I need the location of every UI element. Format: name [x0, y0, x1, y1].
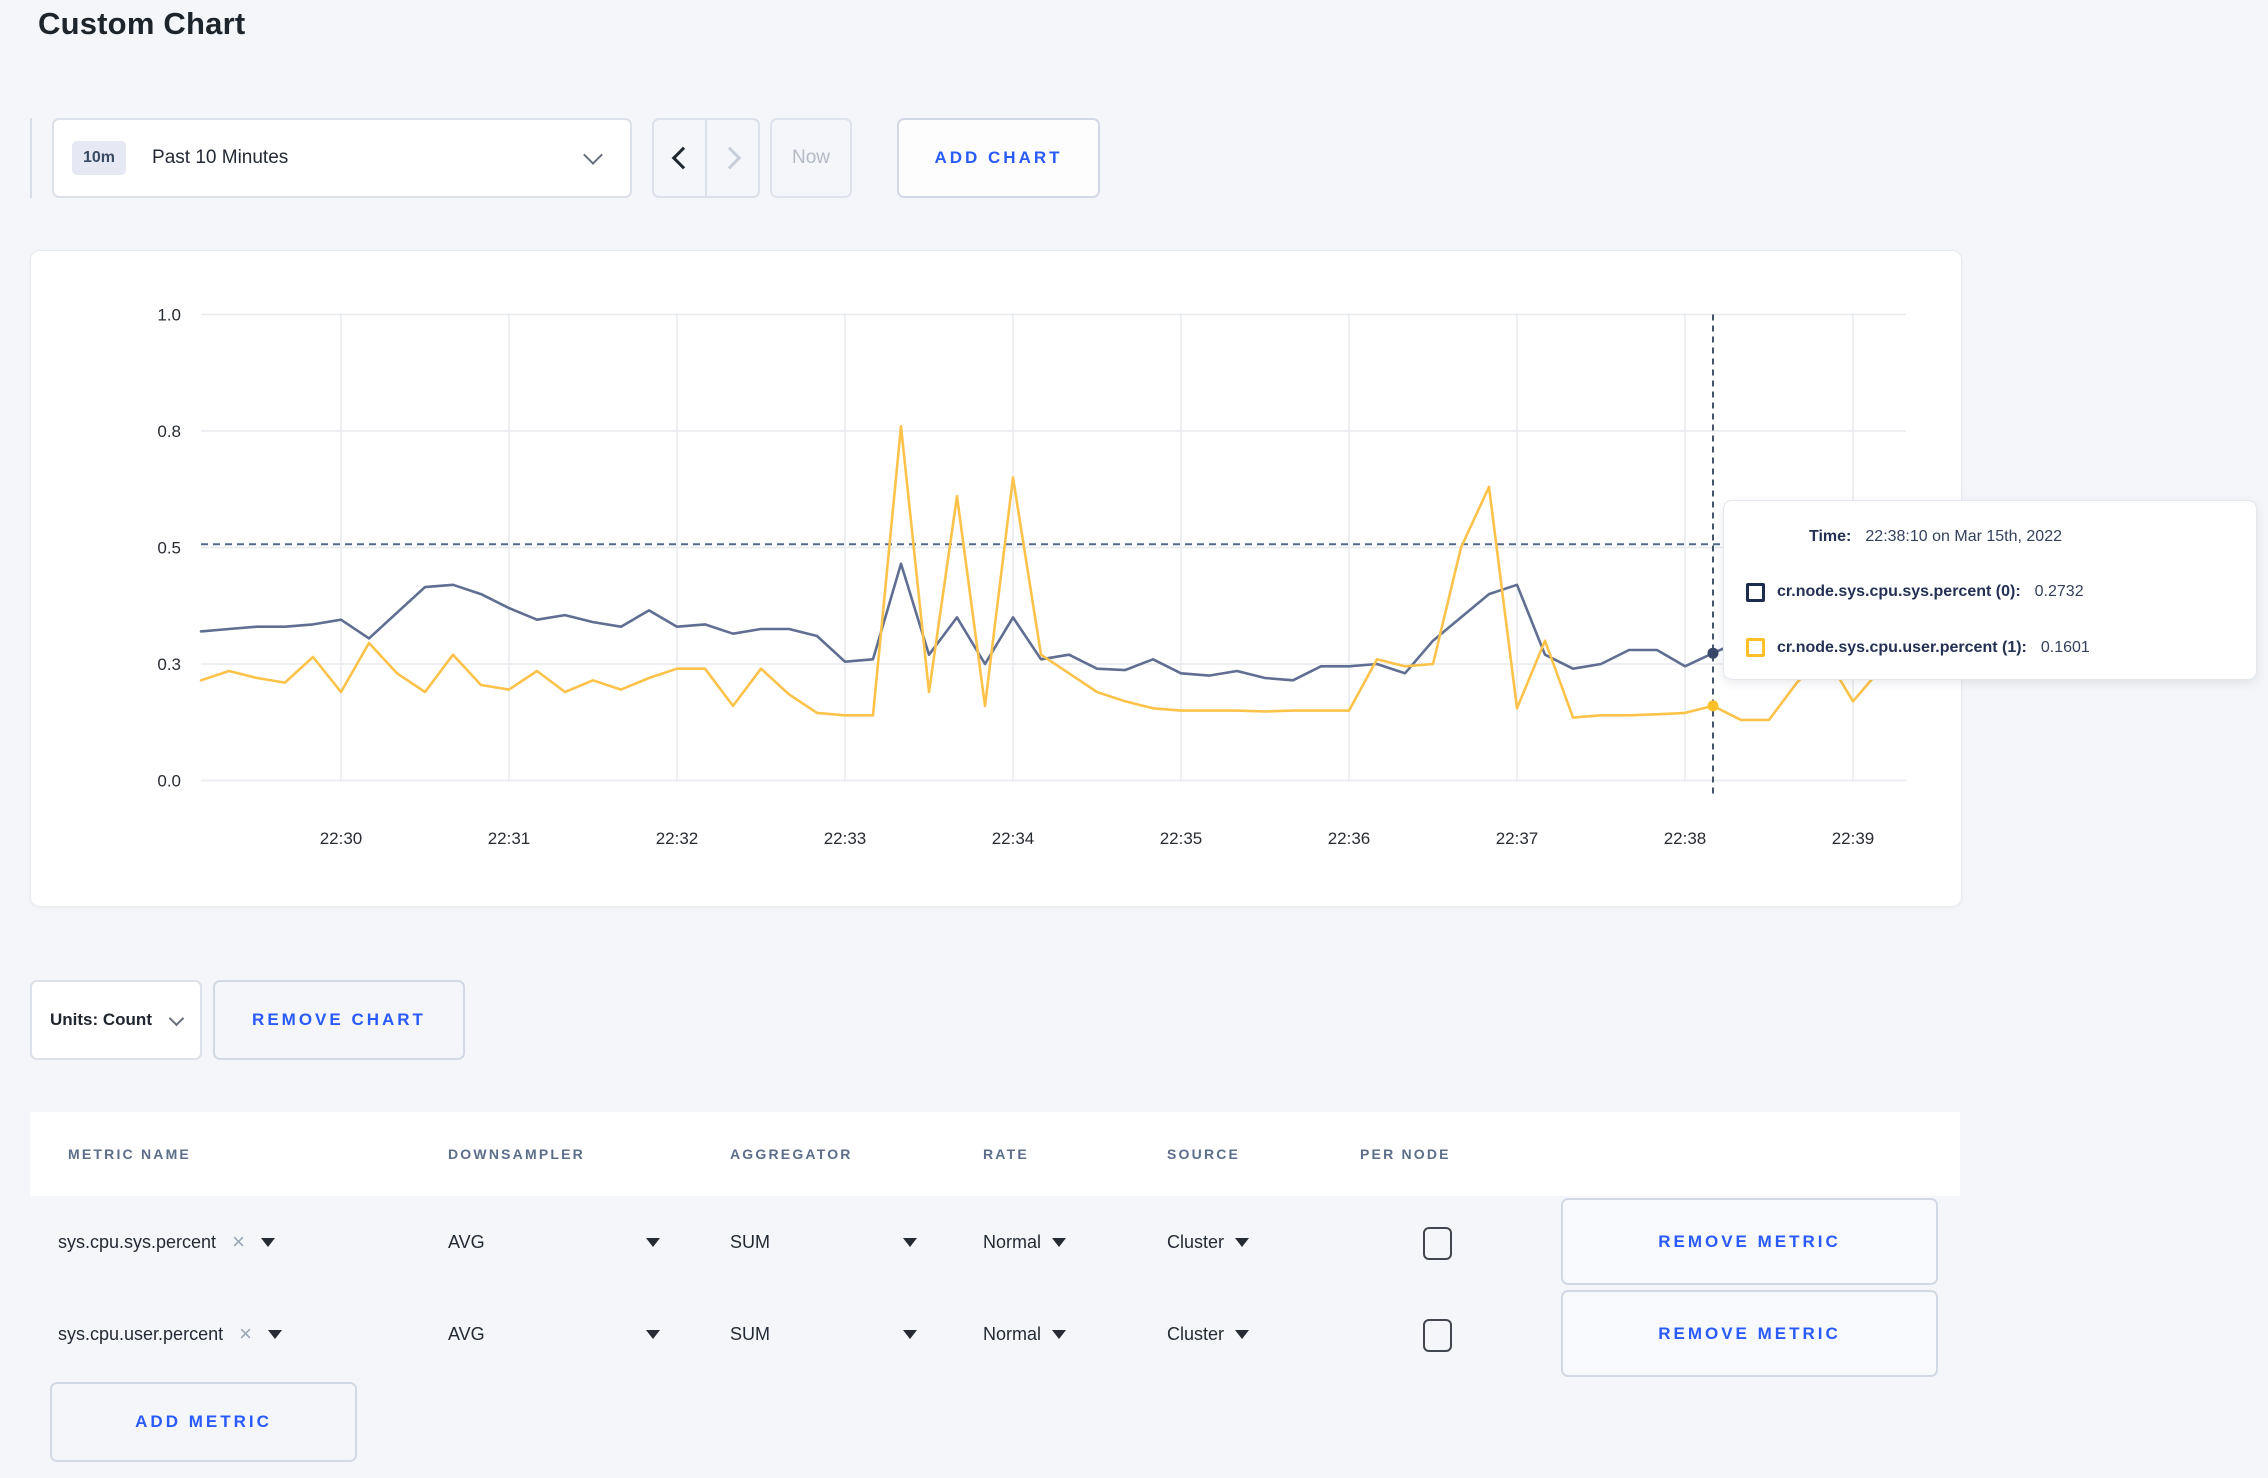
remove-chart-button[interactable]: REMOVE CHART: [213, 980, 465, 1060]
tooltip-series-row: cr.node.sys.cpu.user.percent (1): 0.1601: [1746, 638, 2232, 657]
rate-select[interactable]: Normal: [983, 1196, 1067, 1288]
caret-down-icon[interactable]: [1235, 1329, 1250, 1339]
cell-value: Cluster: [1167, 1231, 1225, 1252]
y-tick-label: 0.3: [157, 655, 181, 674]
page-title: Custom Chart: [38, 6, 246, 41]
caret-down-icon[interactable]: [1052, 1329, 1067, 1339]
source-select[interactable]: Cluster: [1167, 1196, 1250, 1288]
x-tick-label: 22:32: [656, 829, 699, 848]
caret-down-icon[interactable]: [903, 1237, 917, 1247]
metric-name-select[interactable]: sys.cpu.user.percent: [58, 1288, 282, 1380]
column-header: RATE: [983, 1146, 1029, 1162]
downsampler-select[interactable]: AVG: [448, 1288, 660, 1380]
chevron-left-icon: [671, 146, 694, 170]
cell-value: AVG: [448, 1231, 485, 1252]
caret-down-icon[interactable]: [1052, 1237, 1067, 1247]
caret-down-icon[interactable]: [903, 1329, 917, 1339]
add-metric-button[interactable]: ADD METRIC: [50, 1382, 357, 1462]
cell-value: SUM: [730, 1323, 770, 1344]
next-time-button[interactable]: [707, 120, 758, 196]
x-tick-label: 22:34: [992, 829, 1035, 848]
cell-value: sys.cpu.sys.percent: [58, 1231, 217, 1252]
y-tick-label: 0.5: [157, 539, 181, 558]
column-header: PER NODE: [1360, 1146, 1451, 1162]
caret-down-icon[interactable]: [260, 1237, 275, 1247]
column-header: DOWNSAMPLER: [448, 1146, 585, 1162]
metric-name-select[interactable]: sys.cpu.sys.percent: [58, 1196, 275, 1288]
tooltip-time-value: 22:38:10 on Mar 15th, 2022: [1865, 528, 2062, 545]
remove-metric-button[interactable]: REMOVE METRIC: [1561, 1198, 1938, 1285]
hover-point-dot: [1707, 647, 1719, 659]
per-node-checkbox[interactable]: [1423, 1319, 1452, 1352]
remove-metric-button[interactable]: REMOVE METRIC: [1561, 1290, 1938, 1377]
column-header: METRIC NAME: [68, 1146, 191, 1162]
x-tick-label: 22:36: [1328, 829, 1371, 848]
y-tick-label: 0.8: [157, 422, 181, 441]
x-tick-label: 22:31: [488, 829, 531, 848]
series-swatch-icon: [1746, 582, 1765, 602]
custom-chart-page: Custom Chart 10m Past 10 Minutes Now ADD…: [0, 0, 2268, 1478]
time-pager: [652, 118, 760, 198]
chevron-right-icon: [718, 146, 741, 170]
caret-down-icon[interactable]: [267, 1329, 282, 1339]
time-range-select[interactable]: 10m Past 10 Minutes: [52, 118, 632, 198]
column-header: SOURCE: [1167, 1146, 1241, 1162]
clear-metric-icon[interactable]: [239, 1323, 252, 1345]
per-node-checkbox[interactable]: [1423, 1227, 1452, 1260]
prev-time-button[interactable]: [654, 120, 707, 196]
y-tick-label: 0.0: [157, 772, 181, 791]
caret-down-icon[interactable]: [646, 1237, 660, 1247]
chart-gridlines: [201, 313, 1906, 782]
tooltip-series-row: cr.node.sys.cpu.sys.percent (0): 0.2732: [1746, 582, 2232, 602]
tooltip-series-name: cr.node.sys.cpu.user.percent (1):: [1777, 638, 2027, 656]
series-swatch-icon: [1746, 638, 1765, 657]
aggregator-select[interactable]: SUM: [730, 1288, 917, 1380]
toolbar-divider: [30, 118, 32, 198]
y-tick-label: 1.0: [157, 306, 181, 325]
x-tick-label: 22:37: [1496, 829, 1539, 848]
time-range-badge: 10m: [72, 141, 127, 175]
caret-down-icon[interactable]: [646, 1329, 660, 1339]
tooltip-series-value: 0.2732: [2034, 583, 2084, 600]
cell-value: SUM: [730, 1231, 770, 1252]
cell-value: AVG: [448, 1323, 485, 1344]
time-range-label: Past 10 Minutes: [152, 147, 289, 168]
tooltip-series-name: cr.node.sys.cpu.sys.percent (0):: [1777, 583, 2021, 600]
series-line: [199, 562, 1883, 682]
rate-select[interactable]: Normal: [983, 1288, 1067, 1380]
x-tick-label: 22:33: [824, 829, 867, 848]
add-chart-button[interactable]: ADD CHART: [897, 118, 1100, 198]
metric-row: sys.cpu.user.percent AVG SUM Normal Cluster R…: [30, 1288, 1960, 1380]
units-select-label: Units: Count: [50, 1010, 152, 1029]
cell-value: Normal: [983, 1323, 1042, 1344]
tooltip-time-row: Time: 22:38:10 on Mar 15th, 2022: [1746, 528, 2232, 546]
chevron-down-icon: [583, 145, 603, 165]
chart-panel: 0.0 0.3 0.5 0.8 1.0 22:30 22:31 22:32 22:33 22:34…: [30, 250, 1962, 907]
metrics-table-header: METRIC NAME DOWNSAMPLER AGGREGATOR RATE SOUR…: [30, 1112, 1960, 1196]
cell-value: Normal: [983, 1231, 1042, 1252]
chevron-down-icon: [168, 1010, 185, 1026]
source-select[interactable]: Cluster: [1167, 1288, 1250, 1380]
units-select[interactable]: Units: Count: [30, 980, 202, 1060]
cell-value: Cluster: [1167, 1323, 1225, 1344]
column-header: AGGREGATOR: [730, 1146, 853, 1162]
x-tick-label: 22:35: [1160, 829, 1203, 848]
downsampler-select[interactable]: AVG: [448, 1196, 660, 1288]
aggregator-select[interactable]: SUM: [730, 1196, 917, 1288]
clear-metric-icon[interactable]: [232, 1231, 245, 1253]
hover-point-dot: [1707, 700, 1719, 712]
timeseries-chart[interactable]: 0.0 0.3 0.5 0.8 1.0 22:30 22:31 22:32 22:33 22:34…: [31, 251, 1961, 906]
x-tick-label: 22:38: [1664, 829, 1707, 848]
caret-down-icon[interactable]: [1235, 1237, 1250, 1247]
cell-value: sys.cpu.user.percent: [58, 1323, 224, 1344]
now-button[interactable]: Now: [770, 118, 852, 198]
chart-tooltip: Time: 22:38:10 on Mar 15th, 2022 cr.node…: [1723, 500, 2257, 680]
metric-row: sys.cpu.sys.percent AVG SUM Normal Cluster RE…: [30, 1196, 1960, 1288]
tooltip-time-label: Time:: [1809, 528, 1852, 545]
x-tick-label: 22:30: [320, 829, 363, 848]
x-tick-label: 22:39: [1832, 829, 1875, 848]
series-line: [199, 425, 1883, 722]
tooltip-series-value: 0.1601: [2040, 638, 2090, 656]
